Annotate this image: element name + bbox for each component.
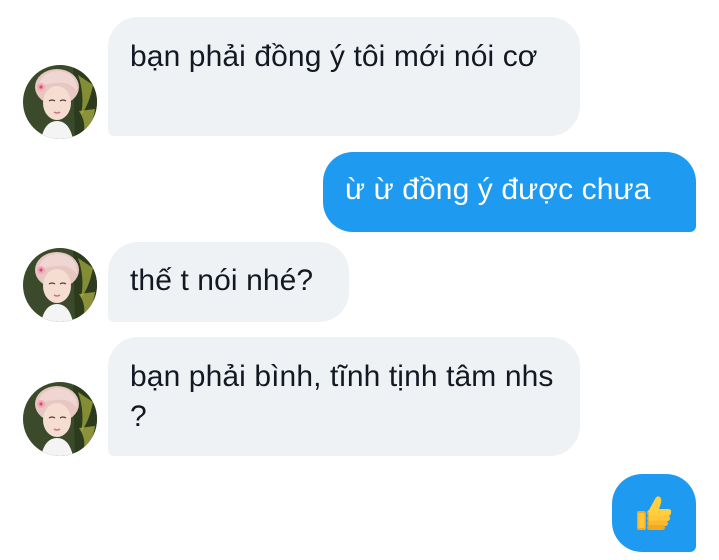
thumbs-up-icon [637, 496, 672, 530]
avatar-image [23, 382, 97, 456]
contact-avatar[interactable] [23, 65, 97, 139]
message-text: bạn phải bình, tĩnh tịnh tâm nhs ? [130, 360, 554, 433]
message-bubble-incoming[interactable]: thế t nói nhé? [108, 242, 349, 322]
chat-thread: bạn phải đồng ý tôi mới nói cơ ừ ừ đồng … [0, 0, 719, 560]
message-text: thế t nói nhé? [130, 264, 314, 297]
message-text: ừ ừ đồng ý được chưa [345, 173, 651, 206]
message-bubble-outgoing[interactable]: ừ ừ đồng ý được chưa [323, 152, 696, 232]
contact-avatar[interactable] [23, 248, 97, 322]
avatar-image [23, 65, 97, 139]
avatar-image [23, 248, 97, 322]
contact-avatar[interactable] [23, 382, 97, 456]
message-text: bạn phải đồng ý tôi mới nói cơ [130, 40, 538, 73]
message-bubble-outgoing[interactable] [612, 474, 696, 552]
message-bubble-incoming[interactable]: bạn phải bình, tĩnh tịnh tâm nhs ? [108, 337, 580, 456]
message-bubble-incoming[interactable]: bạn phải đồng ý tôi mới nói cơ [108, 17, 580, 136]
